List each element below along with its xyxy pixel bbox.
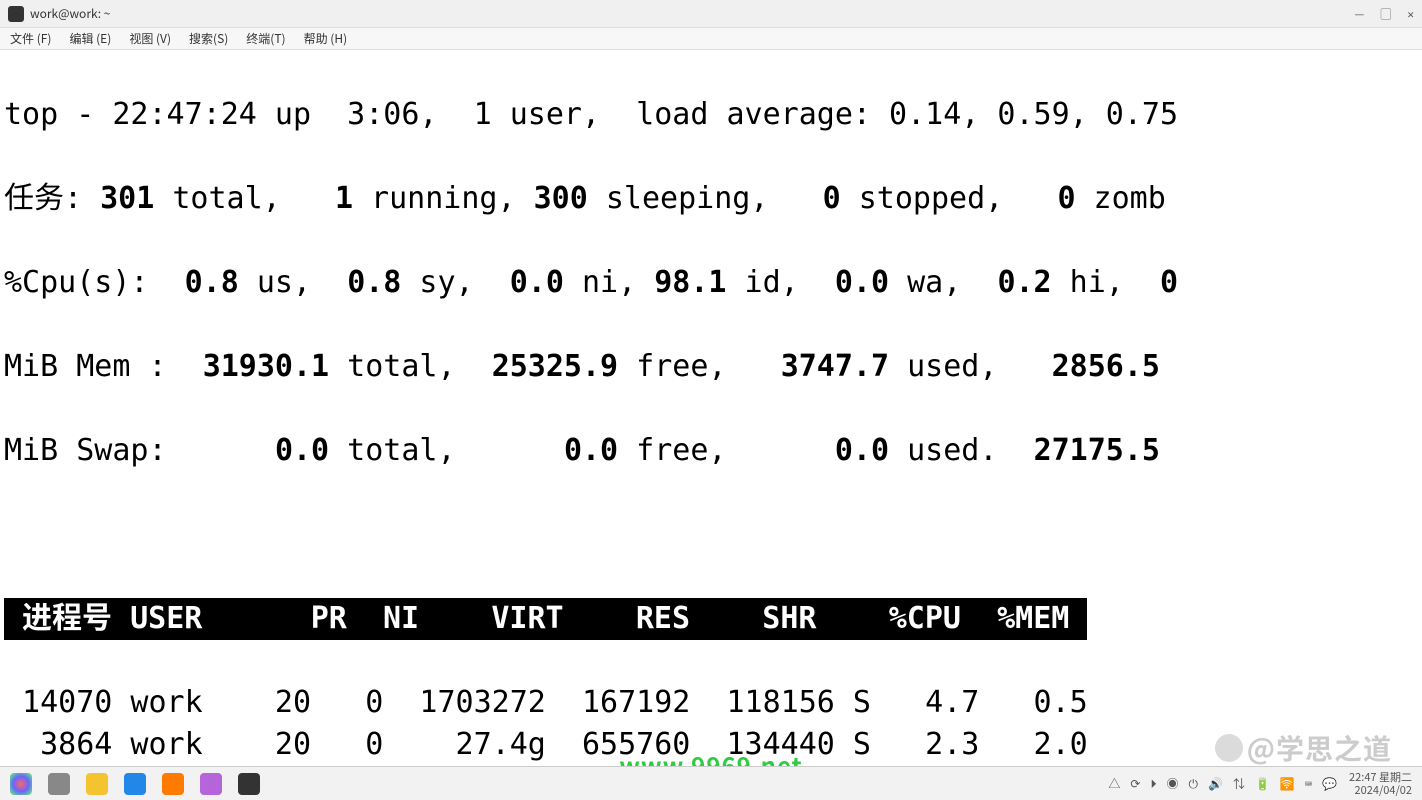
window-minimize-button[interactable]: — (1355, 6, 1365, 22)
menu-view[interactable]: 视图 (V) (129, 30, 171, 47)
menu-bar: 文件 (F) 编辑 (E) 视图 (V) 搜索(S) 终端(T) 帮助 (H) (0, 28, 1422, 50)
tray-icon[interactable]: 🔊 (1208, 775, 1223, 792)
mail-app-icon[interactable] (124, 773, 146, 795)
tray-icon[interactable]: ⏵ (1150, 775, 1156, 792)
terminal-app-icon (8, 6, 24, 22)
tray-icon[interactable]: △ (1108, 775, 1120, 792)
tray-icon[interactable]: 💬 (1322, 775, 1337, 792)
top-swap-line: MiB Swap: 0.0 total, 0.0 free, 0.0 used.… (4, 430, 1418, 472)
tray-icon[interactable]: ⌨ (1305, 775, 1312, 792)
tray-icon[interactable]: 🛜 (1280, 775, 1295, 792)
process-header: 进程号 USER PR NI VIRT RES SHR %CPU %MEM (4, 598, 1418, 640)
tray-icon[interactable]: ⟳ (1130, 775, 1140, 792)
start-menu-button[interactable] (10, 773, 32, 795)
window-close-button[interactable]: ✕ (1407, 6, 1414, 22)
tray-icon[interactable]: ◉ (1166, 775, 1178, 792)
window-title: work@work: ~ (30, 5, 110, 22)
terminal-taskbar-icon[interactable] (238, 773, 260, 795)
blank-line (4, 514, 1418, 556)
app-icon[interactable] (200, 773, 222, 795)
top-tasks-line: 任务: 301 total, 1 running, 300 sleeping, … (4, 178, 1418, 220)
top-summary-line: top - 22:47:24 up 3:06, 1 user, load ave… (4, 94, 1418, 136)
tray-icon[interactable]: 🔋 (1255, 775, 1270, 792)
menu-search[interactable]: 搜索(S) (189, 30, 228, 47)
watermark-logo: @学思之道 (1215, 728, 1392, 768)
window-titlebar: work@work: ~ — ▢ ✕ (0, 0, 1422, 28)
tray-icon[interactable]: ⏻ (1188, 775, 1198, 792)
menu-help[interactable]: 帮助 (H) (304, 30, 348, 47)
top-cpu-line: %Cpu(s): 0.8 us, 0.8 sy, 0.0 ni, 98.1 id… (4, 262, 1418, 304)
taskbar-clock[interactable]: 22:47 星期二 2024/04/02 (1349, 771, 1412, 795)
firefox-icon[interactable] (162, 773, 184, 795)
menu-terminal[interactable]: 终端(T) (246, 30, 285, 47)
task-view-button[interactable] (48, 773, 70, 795)
process-row: 14070 work 20 0 1703272 167192 118156 S … (4, 682, 1418, 724)
system-tray[interactable]: △ ⟳ ⏵ ◉ ⏻ 🔊 ⇅ 🔋 🛜 ⌨ 💬 (1108, 775, 1337, 792)
baidu-paw-icon (1215, 734, 1243, 762)
top-mem-line: MiB Mem : 31930.1 total, 25325.9 free, 3… (4, 346, 1418, 388)
file-manager-icon[interactable] (86, 773, 108, 795)
menu-file[interactable]: 文件 (F) (10, 30, 51, 47)
terminal-output[interactable]: top - 22:47:24 up 3:06, 1 user, load ave… (0, 50, 1422, 800)
desktop-taskbar: △ ⟳ ⏵ ◉ ⏻ 🔊 ⇅ 🔋 🛜 ⌨ 💬 22:47 星期二 2024/04/… (0, 766, 1422, 800)
menu-edit[interactable]: 编辑 (E) (69, 30, 111, 47)
window-maximize-button[interactable]: ▢ (1380, 6, 1391, 22)
tray-icon[interactable]: ⇅ (1233, 775, 1245, 792)
